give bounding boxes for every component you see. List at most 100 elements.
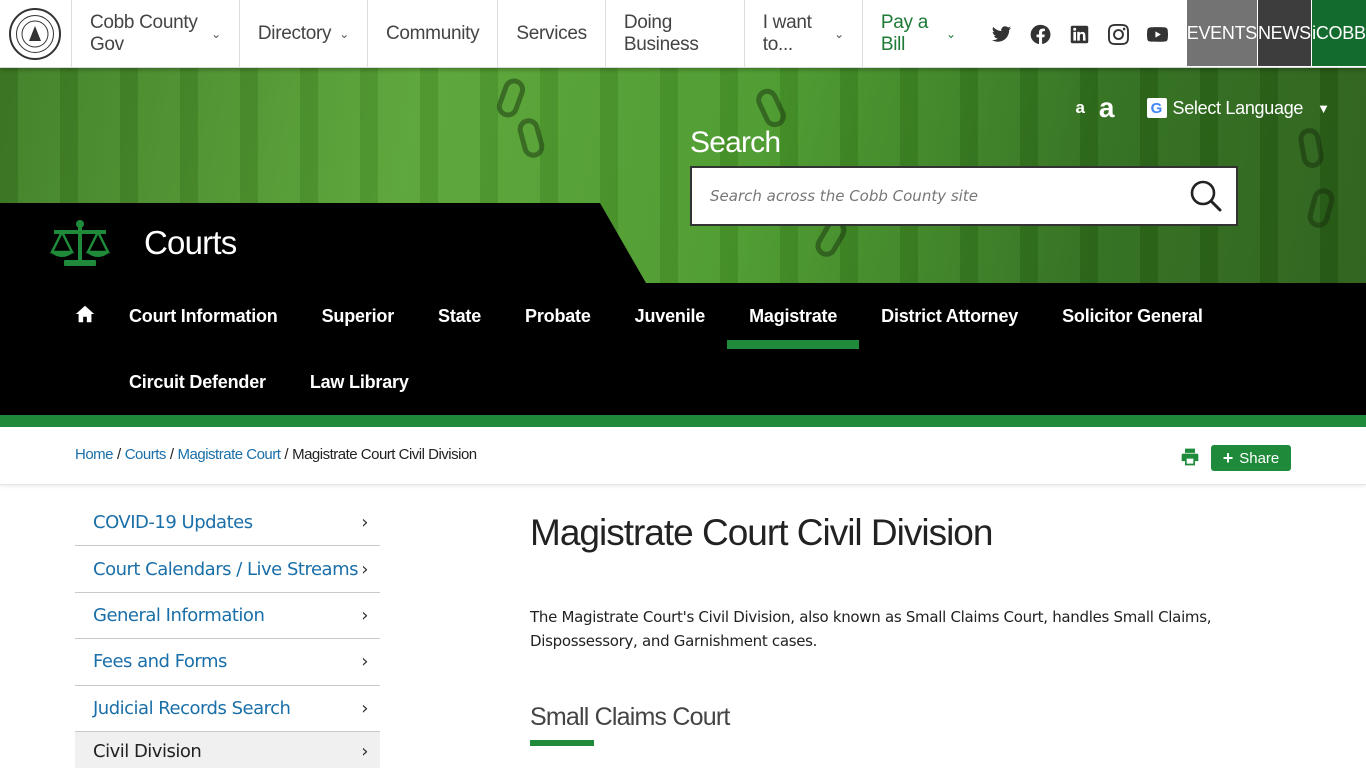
intro-paragraph: The Magistrate Court's Civil Division, a… [530, 608, 1212, 650]
caret-down-icon: ▼ [1317, 100, 1330, 116]
seal-inner [16, 15, 55, 53]
seal-outer-ring [9, 8, 62, 60]
scales-of-justice-icon [49, 220, 111, 266]
chevron-down-icon: ⌄ [339, 27, 349, 41]
sidebar-item-fees-and-forms[interactable]: Fees and Forms › [75, 639, 380, 686]
plus-icon: + [1222, 448, 1234, 468]
decorative-chain [1305, 185, 1337, 231]
nav-directory[interactable]: Directory ⌄ [240, 0, 368, 68]
department-nav-row-1: Court Information Superior State Probate… [107, 283, 1225, 349]
chevron-right-icon: › [361, 558, 368, 580]
county-seal-logo[interactable] [0, 0, 72, 68]
sidebar-item-judicial-records-search[interactable]: Judicial Records Search › [75, 686, 380, 732]
breadcrumb-bar: Home / Courts / Magistrate Court / Magistrate … [0, 427, 1366, 485]
nav-doing-business[interactable]: Doing Business [606, 0, 745, 68]
news-label: NEWS [1257, 22, 1311, 43]
dept-nav-law-library[interactable]: Law Library [288, 349, 431, 415]
breadcrumb-courts[interactable]: Courts [125, 446, 167, 463]
search-icon [1190, 180, 1222, 212]
breadcrumb: Home / Courts / Magistrate Court / Magistrate … [75, 446, 477, 463]
twitter-icon[interactable] [986, 19, 1017, 50]
social-links [974, 0, 1185, 68]
dept-nav-circuit-defender[interactable]: Circuit Defender [107, 349, 288, 415]
chevron-down-icon: ⌄ [834, 27, 844, 41]
share-button[interactable]: + Share [1211, 445, 1291, 471]
sidebar-navigation: COVID-19 Updates › Court Calendars / Liv… [75, 500, 380, 768]
nav-services[interactable]: Services [498, 0, 606, 68]
nav-pay-a-bill[interactable]: Pay a Bill ⌄ [863, 0, 974, 68]
nav-i-want-to-label: I want to... [762, 12, 812, 55]
sidebar-item-civil-division[interactable]: Civil Division › [75, 731, 380, 768]
nav-pay-a-bill-label: Pay a Bill [880, 12, 928, 55]
seal-emblem-icon [21, 20, 49, 48]
language-selector-label: Select Language [1172, 97, 1304, 118]
section-heading-underline [530, 740, 594, 746]
section-heading-small-claims: Small Claims Court [530, 703, 730, 731]
print-icon[interactable] [1180, 447, 1200, 467]
chevron-right-icon: › [361, 741, 368, 763]
search-heading: Search [690, 126, 781, 159]
sidebar-item-label: Court Calendars / Live Streams [93, 558, 358, 580]
department-navigation: Court Information Superior State Probate… [0, 283, 1366, 415]
breadcrumb-home[interactable]: Home [75, 446, 114, 463]
dept-nav-state[interactable]: State [416, 283, 503, 349]
sidebar-item-label: Civil Division [93, 741, 202, 763]
dept-nav-district-attorney[interactable]: District Attorney [859, 283, 1040, 349]
sidebar-item-label: Fees and Forms [93, 651, 227, 673]
linkedin-icon[interactable] [1064, 19, 1095, 50]
green-divider [0, 415, 1366, 427]
sidebar-item-label: Judicial Records Search [93, 697, 291, 719]
youtube-icon[interactable] [1142, 19, 1173, 50]
home-icon[interactable] [74, 303, 96, 325]
sidebar-item-label: COVID-19 Updates [93, 512, 253, 534]
sidebar-item-general-information[interactable]: General Information › [75, 593, 380, 640]
nav-community-label: Community [385, 23, 480, 44]
decorative-chain [752, 85, 790, 131]
dept-nav-magistrate[interactable]: Magistrate [727, 283, 860, 349]
sidebar-item-covid-19-updates[interactable]: COVID-19 Updates › [75, 500, 380, 547]
dept-nav-juvenile[interactable]: Juvenile [613, 283, 727, 349]
icobb-button[interactable]: iCOBB [1311, 0, 1366, 66]
dept-nav-court-information[interactable]: Court Information [107, 283, 300, 349]
nav-community[interactable]: Community [368, 0, 499, 68]
chevron-right-icon: › [361, 512, 368, 534]
department-title: Courts [144, 224, 237, 261]
icobb-label: iCOBB [1312, 22, 1366, 43]
nav-doing-business-label: Doing Business [623, 12, 699, 55]
sidebar-item-label: General Information [93, 604, 265, 626]
dept-nav-superior[interactable]: Superior [300, 283, 416, 349]
chevron-right-icon: › [361, 697, 368, 719]
search-button[interactable] [1176, 168, 1236, 224]
decrease-font-button[interactable]: a [1075, 98, 1084, 118]
search-input[interactable] [692, 168, 1176, 224]
nav-cobb-county-gov[interactable]: Cobb County Gov ⌄ [72, 0, 240, 68]
nav-cobb-county-gov-label: Cobb County Gov [89, 12, 198, 55]
language-selector[interactable]: G Select Language ▼ [1146, 97, 1330, 119]
breadcrumb-separator: / [169, 446, 174, 463]
department-nav-row-2: Circuit Defender Law Library [107, 349, 431, 415]
facebook-icon[interactable] [1025, 19, 1056, 50]
nav-services-label: Services [516, 23, 587, 44]
search-form [690, 166, 1238, 226]
breadcrumb-separator: / [284, 446, 289, 463]
page-title: Magistrate Court Civil Division [530, 512, 993, 553]
increase-font-button[interactable]: a [1099, 92, 1115, 124]
chevron-right-icon: › [361, 604, 368, 626]
nav-i-want-to[interactable]: I want to... ⌄ [745, 0, 863, 68]
news-button[interactable]: NEWS [1257, 0, 1311, 66]
chevron-down-icon: ⌄ [211, 27, 221, 41]
hero-banner: a a G Select Language ▼ Search Cour [0, 68, 1366, 283]
decorative-chain [493, 75, 529, 121]
breadcrumb-current: Magistrate Court Civil Division [292, 446, 477, 463]
sidebar-item-court-calendars[interactable]: Court Calendars / Live Streams › [75, 546, 380, 593]
share-label: Share [1239, 449, 1280, 467]
events-button[interactable]: EVENTS [1186, 0, 1258, 66]
dept-nav-probate[interactable]: Probate [503, 283, 613, 349]
chevron-down-icon: ⌄ [946, 27, 956, 41]
events-label: EVENTS [1186, 22, 1258, 43]
breadcrumb-magistrate-court[interactable]: Magistrate Court [178, 446, 281, 463]
instagram-icon[interactable] [1103, 19, 1134, 50]
dept-nav-solicitor-general[interactable]: Solicitor General [1040, 283, 1225, 349]
department-header: Courts [0, 203, 646, 283]
accessibility-language-bar: a a G Select Language ▼ [1075, 92, 1330, 124]
